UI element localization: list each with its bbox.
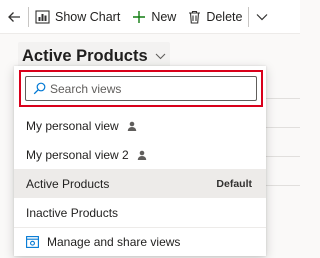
manage-views-label: Manage and share views xyxy=(47,235,181,249)
view-item-label: My personal view 2 xyxy=(26,147,129,162)
search-box[interactable] xyxy=(25,76,257,101)
trash-icon xyxy=(189,10,201,24)
grid-background-lines xyxy=(262,70,300,186)
delete-label: Delete xyxy=(206,9,243,24)
new-button[interactable]: New xyxy=(126,0,182,34)
view-item-my-personal-view[interactable]: My personal view xyxy=(14,111,266,140)
plus-icon xyxy=(133,10,146,23)
view-item-inactive-products[interactable]: Inactive Products xyxy=(14,198,266,227)
grid-line xyxy=(262,127,300,128)
grid-line xyxy=(262,98,300,99)
view-item-label: My personal view xyxy=(26,118,119,133)
person-icon xyxy=(137,150,147,160)
chart-icon xyxy=(35,9,50,24)
manage-views-icon xyxy=(26,236,39,248)
view-title: Active Products xyxy=(22,46,148,65)
show-chart-button[interactable]: Show Chart xyxy=(29,0,126,34)
view-list: My personal view My personal view 2 Acti… xyxy=(14,111,266,227)
default-badge: Default xyxy=(216,177,252,190)
view-item-my-personal-view-2[interactable]: My personal view 2 xyxy=(14,140,266,169)
chevron-down-icon xyxy=(257,13,268,20)
command-bar: Show Chart New Delete xyxy=(0,0,300,34)
chevron-down-icon xyxy=(155,53,166,60)
arrow-left-icon xyxy=(8,11,20,22)
view-item-active-products[interactable]: Active Products Default xyxy=(14,169,266,198)
grid-line xyxy=(262,156,300,157)
person-icon xyxy=(127,121,137,131)
view-item-label: Active Products xyxy=(26,176,110,191)
show-chart-label: Show Chart xyxy=(55,9,121,24)
new-label: New xyxy=(151,9,177,24)
search-icon xyxy=(28,82,50,95)
view-selector-dropdown: My personal view My personal view 2 Acti… xyxy=(14,66,266,256)
search-highlight-box xyxy=(19,70,263,107)
manage-and-share-views-button[interactable]: Manage and share views xyxy=(14,227,266,256)
search-input[interactable] xyxy=(50,77,256,100)
view-item-label: Inactive Products xyxy=(26,205,119,220)
grid-line xyxy=(262,185,300,186)
delete-button[interactable]: Delete xyxy=(182,0,248,34)
back-button[interactable] xyxy=(0,0,28,34)
more-commands-button[interactable] xyxy=(249,0,275,34)
